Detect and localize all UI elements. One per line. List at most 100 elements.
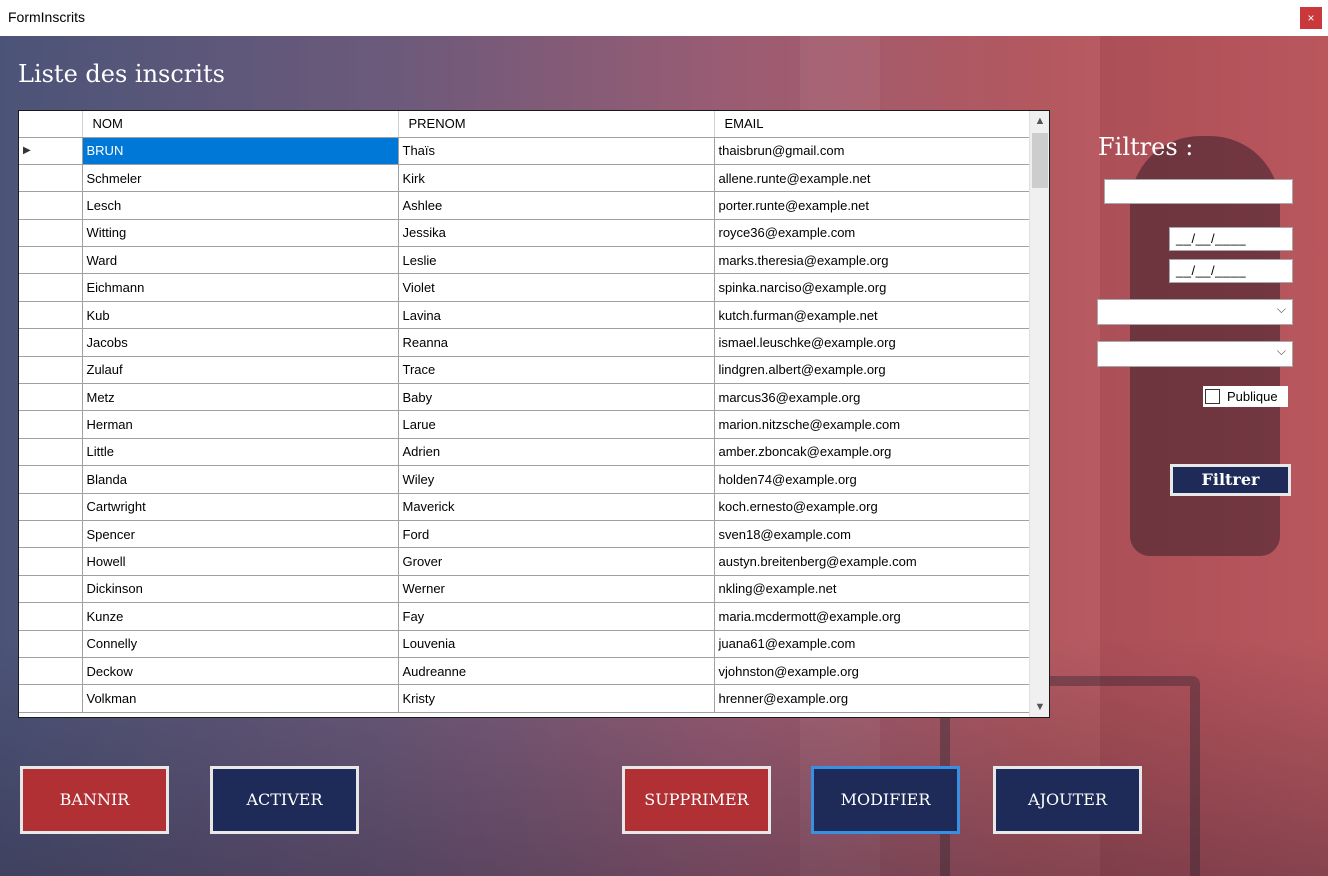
row-header[interactable]	[19, 438, 83, 467]
cell-prenom[interactable]: Ashlee	[398, 191, 715, 220]
row-header[interactable]	[19, 410, 83, 439]
table-row[interactable]: Spencer Ford sven18@example.com	[19, 520, 1030, 549]
row-header[interactable]	[19, 465, 83, 494]
table-row[interactable]: Deckow Audreanne vjohnston@example.org	[19, 657, 1030, 686]
column-header-prenom[interactable]: PRENOM	[398, 111, 715, 138]
cell-email[interactable]: koch.ernesto@example.org	[714, 493, 1030, 521]
cell-prenom[interactable]: Kristy	[398, 684, 715, 713]
cell-nom[interactable]: Dickinson	[82, 575, 399, 604]
cell-prenom[interactable]: Reanna	[398, 328, 715, 357]
cell-nom[interactable]: Zulauf	[82, 356, 399, 385]
checkbox-box[interactable]	[1205, 389, 1220, 404]
activer-button[interactable]: ACTIVER	[210, 766, 359, 834]
cell-nom[interactable]: Witting	[82, 219, 399, 248]
row-header[interactable]	[19, 246, 83, 275]
row-header[interactable]	[19, 356, 83, 385]
cell-prenom[interactable]: Baby	[398, 383, 715, 412]
cell-email[interactable]: porter.runte@example.net	[714, 191, 1030, 220]
ajouter-button[interactable]: AJOUTER	[993, 766, 1142, 834]
cell-nom[interactable]: Eichmann	[82, 273, 399, 302]
table-row[interactable]: Ward Leslie marks.theresia@example.org	[19, 246, 1030, 275]
table-row[interactable]: Blanda Wiley holden74@example.org	[19, 465, 1030, 494]
table-row[interactable]: Jacobs Reanna ismael.leuschke@example.org	[19, 328, 1030, 357]
row-header[interactable]	[19, 547, 83, 576]
filter-search-input[interactable]	[1104, 179, 1293, 204]
row-header[interactable]	[19, 191, 83, 220]
cell-email[interactable]: kutch.furman@example.net	[714, 301, 1030, 330]
cell-prenom[interactable]: Audreanne	[398, 657, 715, 686]
scroll-thumb[interactable]	[1032, 133, 1048, 188]
cell-prenom[interactable]: Werner	[398, 575, 715, 604]
cell-prenom[interactable]: Larue	[398, 410, 715, 439]
cell-prenom[interactable]: Louvenia	[398, 630, 715, 658]
inscrits-grid[interactable]: NOM PRENOM EMAIL ▶ BRUN Thaïs thaisbrun@gma…	[18, 110, 1050, 718]
close-button[interactable]: ×	[1300, 7, 1322, 29]
grid-scrollbar[interactable]: ▲ ▼	[1029, 111, 1049, 717]
cell-nom[interactable]: Jacobs	[82, 328, 399, 357]
table-row[interactable]: Schmeler Kirk allene.runte@example.net	[19, 164, 1030, 193]
cell-prenom[interactable]: Fay	[398, 602, 715, 631]
table-row[interactable]: Eichmann Violet spinka.narciso@example.org	[19, 273, 1030, 302]
cell-nom[interactable]: Connelly	[82, 630, 399, 658]
filtrer-button[interactable]: Filtrer	[1170, 464, 1291, 496]
cell-email[interactable]: juana61@example.com	[714, 630, 1030, 658]
cell-nom[interactable]: Lesch	[82, 191, 399, 220]
table-row[interactable]: Kunze Fay maria.mcdermott@example.org	[19, 602, 1030, 631]
cell-nom[interactable]: Metz	[82, 383, 399, 412]
table-row[interactable]: Witting Jessika royce36@example.com	[19, 219, 1030, 248]
cell-email[interactable]: lindgren.albert@example.org	[714, 356, 1030, 385]
row-header[interactable]	[19, 520, 83, 549]
cell-prenom[interactable]: Leslie	[398, 246, 715, 275]
column-header-nom[interactable]: NOM	[82, 111, 399, 138]
column-header-email[interactable]: EMAIL	[714, 111, 1030, 138]
cell-nom[interactable]: Herman	[82, 410, 399, 439]
cell-nom[interactable]: Blanda	[82, 465, 399, 494]
row-header[interactable]	[19, 301, 83, 330]
cell-prenom[interactable]: Trace	[398, 356, 715, 385]
table-row[interactable]: Cartwright Maverick koch.ernesto@example.o…	[19, 493, 1030, 521]
cell-nom[interactable]: Volkman	[82, 684, 399, 713]
table-row[interactable]: Lesch Ashlee porter.runte@example.net	[19, 191, 1030, 220]
cell-email[interactable]: marcus36@example.org	[714, 383, 1030, 412]
row-header[interactable]: ▶	[19, 137, 83, 165]
table-row[interactable]: Herman Larue marion.nitzsche@example.com	[19, 410, 1030, 439]
table-row[interactable]: Metz Baby marcus36@example.org	[19, 383, 1030, 412]
cell-email[interactable]: marks.theresia@example.org	[714, 246, 1030, 275]
row-header[interactable]	[19, 273, 83, 302]
cell-nom[interactable]: Little	[82, 438, 399, 467]
table-row[interactable]: Little Adrien amber.zboncak@example.org	[19, 438, 1030, 467]
row-header[interactable]	[19, 164, 83, 193]
row-header[interactable]	[19, 328, 83, 357]
table-row[interactable]: ▶ BRUN Thaïs thaisbrun@gmail.com	[19, 137, 1030, 165]
cell-prenom[interactable]: Kirk	[398, 164, 715, 193]
row-header[interactable]	[19, 602, 83, 631]
cell-nom[interactable]: Kunze	[82, 602, 399, 631]
cell-prenom[interactable]: Jessika	[398, 219, 715, 248]
row-header[interactable]	[19, 684, 83, 713]
cell-email[interactable]: hrenner@example.org	[714, 684, 1030, 713]
cell-prenom[interactable]: Maverick	[398, 493, 715, 521]
row-header[interactable]	[19, 219, 83, 248]
cell-email[interactable]: amber.zboncak@example.org	[714, 438, 1030, 467]
cell-email[interactable]: marion.nitzsche@example.com	[714, 410, 1030, 439]
table-row[interactable]: Dickinson Werner nkling@example.net	[19, 575, 1030, 604]
cell-prenom[interactable]: Violet	[398, 273, 715, 302]
cell-email[interactable]: austyn.breitenberg@example.com	[714, 547, 1030, 576]
cell-nom[interactable]: Kub	[82, 301, 399, 330]
publique-checkbox[interactable]: Publique	[1203, 386, 1288, 407]
cell-prenom[interactable]: Grover	[398, 547, 715, 576]
cell-email[interactable]: spinka.narciso@example.org	[714, 273, 1030, 302]
cell-nom[interactable]: Schmeler	[82, 164, 399, 193]
row-header[interactable]	[19, 630, 83, 658]
cell-email[interactable]: allene.runte@example.net	[714, 164, 1030, 193]
bannir-button[interactable]: BANNIR	[20, 766, 169, 834]
cell-email[interactable]: thaisbrun@gmail.com	[714, 137, 1030, 165]
cell-prenom[interactable]: Adrien	[398, 438, 715, 467]
cell-email[interactable]: holden74@example.org	[714, 465, 1030, 494]
cell-nom[interactable]: Deckow	[82, 657, 399, 686]
row-header[interactable]	[19, 383, 83, 412]
table-row[interactable]: Zulauf Trace lindgren.albert@example.org	[19, 356, 1030, 385]
cell-email[interactable]: vjohnston@example.org	[714, 657, 1030, 686]
row-header[interactable]	[19, 657, 83, 686]
cell-email[interactable]: ismael.leuschke@example.org	[714, 328, 1030, 357]
